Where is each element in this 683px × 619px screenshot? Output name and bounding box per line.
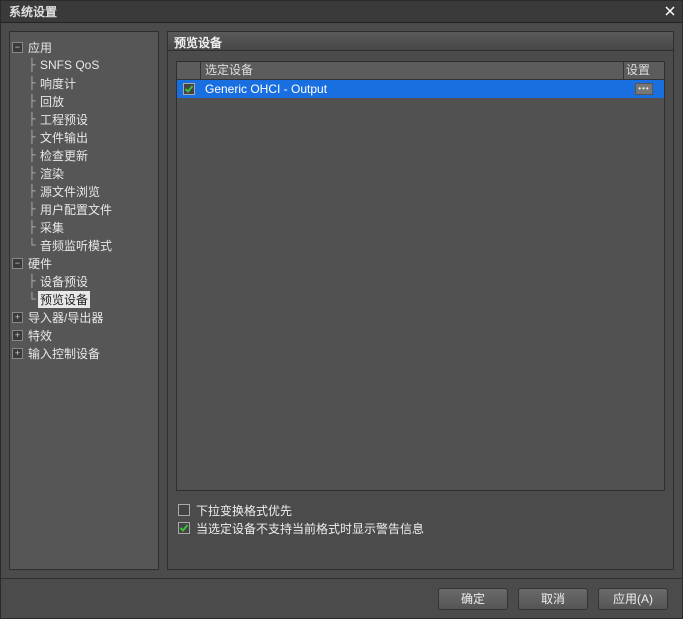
option-pulldown-label: 下拉变换格式优先 (196, 502, 292, 519)
device-row[interactable]: Generic OHCI - Output ••• (177, 80, 664, 98)
tree-node-input[interactable]: + 输入控制设备 (12, 344, 156, 362)
tree-leaf-update[interactable]: ├检查更新 (12, 146, 156, 164)
device-name: Generic OHCI - Output (201, 82, 624, 96)
panel-body: 选定设备 设置 Generic OHCI - Output ••• (167, 51, 674, 570)
tree-leaf-source[interactable]: ├源文件浏览 (12, 182, 156, 200)
apply-button[interactable]: 应用(A) (598, 588, 668, 610)
tree-leaf-export[interactable]: ├文件输出 (12, 128, 156, 146)
tree-leaf-audio[interactable]: └音频监听模式 (12, 236, 156, 254)
collapse-icon[interactable]: − (12, 258, 23, 269)
option-pulldown[interactable]: 下拉变换格式优先 (178, 501, 663, 519)
dialog-footer: 确定 取消 应用(A) (1, 578, 682, 618)
tree-leaf-device-preset[interactable]: ├设备预设 (12, 272, 156, 290)
expand-icon[interactable]: + (12, 312, 23, 323)
titlebar: 系统设置 (1, 1, 682, 23)
collapse-icon[interactable]: − (12, 42, 23, 53)
tree-leaf-capture[interactable]: ├采集 (12, 218, 156, 236)
ok-button[interactable]: 确定 (438, 588, 508, 610)
checkbox-unchecked-icon[interactable] (178, 504, 190, 516)
grid-header-settings: 设置 (624, 62, 664, 79)
device-settings-button[interactable]: ••• (635, 83, 653, 95)
option-warn[interactable]: 当选定设备不支持当前格式时显示警告信息 (178, 519, 663, 537)
expand-icon[interactable]: + (12, 330, 23, 341)
grid-header-name: 选定设备 (201, 62, 624, 79)
close-button[interactable] (662, 4, 678, 20)
tree-node-effects[interactable]: + 特效 (12, 326, 156, 344)
grid-header-check (177, 62, 201, 79)
tree-leaf-loudness[interactable]: ├响度计 (12, 74, 156, 92)
device-checkbox[interactable] (183, 83, 195, 95)
tree-node-hardware[interactable]: − 硬件 (12, 254, 156, 272)
settings-tree[interactable]: − 应用 ├SNFS QoS ├响度计 ├回放 ├工程预设 ├文件输出 ├检查更… (9, 31, 159, 570)
system-settings-dialog: 系统设置 − 应用 ├SNFS QoS ├响度计 ├回放 ├工程预设 ├文件输出… (0, 0, 683, 619)
cancel-button[interactable]: 取消 (518, 588, 588, 610)
tree-leaf-snfs[interactable]: ├SNFS QoS (12, 56, 156, 74)
tree-node-importer[interactable]: + 导入器/导出器 (12, 308, 156, 326)
expand-icon[interactable]: + (12, 348, 23, 359)
grid-header: 选定设备 设置 (177, 62, 664, 80)
dialog-title: 系统设置 (9, 3, 57, 20)
option-warn-label: 当选定设备不支持当前格式时显示警告信息 (196, 520, 424, 537)
device-grid: 选定设备 设置 Generic OHCI - Output ••• (176, 61, 665, 491)
tree-leaf-project[interactable]: ├工程预设 (12, 110, 156, 128)
tree-leaf-profile[interactable]: ├用户配置文件 (12, 200, 156, 218)
tree-leaf-preview-device[interactable]: └预览设备 (12, 290, 156, 308)
checkbox-checked-icon[interactable] (178, 522, 190, 534)
tree-leaf-render[interactable]: ├渲染 (12, 164, 156, 182)
tree-node-app[interactable]: − 应用 (12, 38, 156, 56)
panel-title: 预览设备 (167, 31, 674, 51)
tree-leaf-playback[interactable]: ├回放 (12, 92, 156, 110)
